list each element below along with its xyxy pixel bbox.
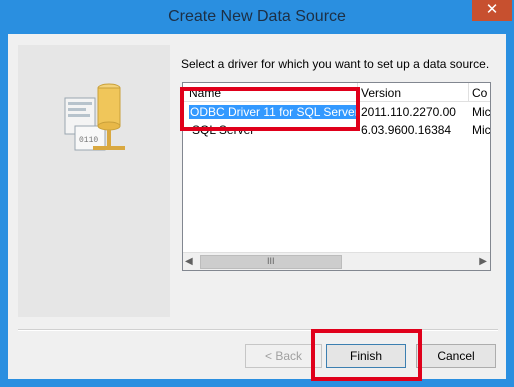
column-header-version[interactable]: Version: [361, 86, 401, 100]
close-button[interactable]: ✕: [472, 0, 512, 21]
driver-company: Mic: [472, 105, 491, 119]
scrollbar-thumb[interactable]: III: [200, 255, 342, 269]
scroll-right-icon[interactable]: ▶: [479, 256, 487, 267]
cancel-button[interactable]: Cancel: [416, 344, 496, 368]
dialog-window: Create New Data Source ✕ 0110 Select a d…: [0, 0, 514, 387]
title-bar[interactable]: Create New Data Source ✕: [0, 0, 514, 34]
divider: [18, 329, 498, 331]
driver-version: 6.03.9600.16384: [361, 123, 452, 137]
scrollbar-grip: III: [267, 256, 275, 266]
column-divider[interactable]: [468, 83, 469, 101]
column-header-company[interactable]: Co: [472, 86, 487, 100]
dialog-client-area: 0110 Select a driver for which you want …: [8, 34, 506, 379]
instruction-text: Select a driver for which you want to se…: [181, 57, 490, 71]
highlight-box-driver: [180, 87, 360, 131]
window-title: Create New Data Source: [168, 8, 346, 25]
highlight-box-finish: [311, 329, 422, 381]
horizontal-scrollbar[interactable]: ◀ III ▶: [183, 252, 490, 270]
driver-company: Mic: [472, 123, 491, 137]
scroll-left-icon[interactable]: ◀: [185, 256, 193, 267]
driver-version: 2011.110.2270.00: [361, 105, 456, 119]
wizard-image-panel: 0110: [18, 45, 170, 317]
database-driver-icon: 0110: [64, 83, 125, 151]
svg-text:0110: 0110: [79, 136, 98, 145]
